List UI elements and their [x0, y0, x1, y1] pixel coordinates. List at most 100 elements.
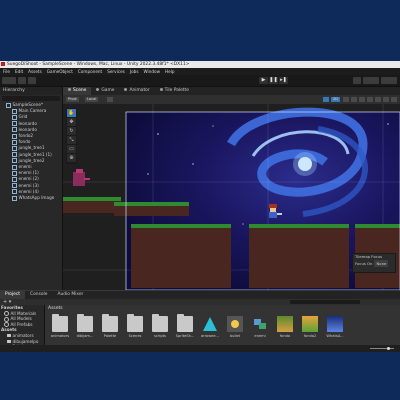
- asset-tile[interactable]: fondo2: [299, 316, 321, 344]
- account-dropdown[interactable]: [2, 77, 16, 84]
- scene-view[interactable]: ✋ ✥ ↻ ⤡ ▭ ⊕ Tilemap Focus Focus On None: [63, 104, 400, 290]
- tab-label: Game: [101, 88, 115, 93]
- folder-icon: [152, 314, 168, 332]
- scene-icon: [6, 102, 11, 108]
- gameobject-icon: [12, 170, 17, 176]
- asset-tile[interactable]: bullet: [224, 316, 246, 344]
- pivot-dropdown[interactable]: Pivot: [66, 97, 79, 102]
- tab-scene[interactable]: Scene: [63, 87, 92, 95]
- project-tree-label: All Materials: [10, 310, 37, 316]
- tab-console[interactable]: Console: [25, 291, 52, 299]
- transform-tool-icon[interactable]: ⊕: [67, 154, 76, 163]
- menu-item-edit[interactable]: Edit: [15, 69, 23, 74]
- project-tree-label: animators: [12, 332, 34, 338]
- asset-zoom-slider[interactable]: [370, 347, 394, 350]
- collab-icon[interactable]: [28, 77, 36, 84]
- grid-snap-icon[interactable]: [107, 97, 113, 102]
- assets-breadcrumb: Assets: [48, 306, 63, 311]
- step-button[interactable]: ▸❚: [279, 77, 288, 84]
- asset-tile[interactable]: SpriteSh...: [174, 314, 196, 344]
- menu-item-component[interactable]: Component: [78, 69, 102, 74]
- window-title: SuegoDiShoot - SampleScene - Windows, Ma…: [7, 62, 190, 67]
- hierarchy-search-input[interactable]: [2, 96, 60, 101]
- tab-game[interactable]: Game: [91, 87, 119, 95]
- tab-animator[interactable]: Animator: [119, 87, 154, 95]
- gameobject-icon: [12, 183, 17, 189]
- layers-dropdown[interactable]: [363, 77, 379, 84]
- menu-item-help[interactable]: Help: [165, 69, 175, 74]
- tilemap-focus-overlay: Tilemap Focus Focus On None: [352, 253, 396, 273]
- search-icon: [4, 316, 9, 322]
- asset-tile[interactable]: scripts: [149, 314, 171, 344]
- folder-icon: [7, 340, 11, 344]
- local-dropdown[interactable]: Local: [85, 97, 99, 102]
- asset-tile[interactable]: dibijam...: [74, 314, 96, 344]
- camera-icon[interactable]: [383, 97, 389, 102]
- lighting-icon[interactable]: [343, 97, 349, 102]
- rotate-tool-icon[interactable]: ↻: [67, 127, 76, 136]
- cloud-icon[interactable]: [18, 77, 26, 84]
- tab-label: Animator: [129, 88, 150, 93]
- asset-tile[interactable]: animators: [49, 314, 71, 344]
- asset-tile[interactable]: fondo: [274, 316, 296, 344]
- gameobject-icon: [12, 139, 17, 145]
- menu-item-gameobject[interactable]: GameObject: [47, 69, 73, 74]
- asset-tile[interactable]: Scenes: [124, 314, 146, 344]
- tab-icon: [159, 88, 163, 91]
- zoom-slider-knob[interactable]: [387, 347, 390, 350]
- title-bar: SuegoDiShoot - SampleScene - Windows, Ma…: [0, 61, 400, 68]
- tab-label: Scene: [73, 88, 87, 93]
- tab-project[interactable]: Project: [0, 291, 26, 299]
- scene-canvas: [63, 104, 400, 290]
- project-tree-label: All Models: [10, 316, 32, 322]
- folder-icon: [77, 314, 93, 332]
- photo-backdrop: SuegoDiShoot - SampleScene - Windows, Ma…: [0, 0, 400, 400]
- hand-tool-icon[interactable]: ✋: [67, 109, 76, 118]
- search-icon[interactable]: [353, 77, 361, 84]
- unity-editor-window: SuegoDiShoot - SampleScene - Windows, Ma…: [0, 61, 400, 352]
- hierarchy-tab[interactable]: Hierarchy: [0, 87, 62, 95]
- gameobject-icon: [12, 133, 17, 139]
- scale-tool-icon[interactable]: ⤡: [67, 136, 76, 145]
- gameobject-icon: [12, 127, 17, 133]
- hierarchy-item-label: enemi (4): [18, 188, 39, 194]
- asset-label: animators: [50, 334, 70, 338]
- rect-tool-icon[interactable]: ▭: [67, 145, 76, 154]
- hierarchy-item-label: Grid: [18, 114, 28, 120]
- shading-mode-icon[interactable]: [323, 97, 329, 102]
- asset-tile[interactable]: enemi: [249, 316, 271, 344]
- focus-on-dropdown[interactable]: None: [374, 260, 389, 267]
- hierarchy-item-label: fondo2: [18, 133, 34, 139]
- tab-audio-mixer[interactable]: Audio Mixer: [52, 291, 88, 299]
- move-tool-icon[interactable]: ✥: [67, 118, 76, 127]
- menu-item-file[interactable]: File: [3, 69, 10, 74]
- project-search-input[interactable]: [290, 300, 360, 304]
- asset-tile[interactable]: WhatsA...: [324, 316, 346, 344]
- tab-tile-palette[interactable]: Tile Palette: [155, 87, 194, 95]
- hierarchy-item-label: enemi: [18, 164, 32, 170]
- hierarchy-item[interactable]: WhatsApp Image: [0, 195, 62, 201]
- tab-label: Tile Palette: [164, 88, 189, 93]
- prefab-icon: [252, 316, 268, 332]
- asset-tile[interactable]: arrowee...: [199, 316, 221, 344]
- tools-icon[interactable]: [375, 97, 381, 102]
- layout-dropdown[interactable]: [381, 77, 397, 84]
- scene-tab-bar: Scene Game Animator Tile Palette: [63, 87, 400, 95]
- project-tree-label: All Prefabs: [10, 321, 33, 327]
- menu-item-jobs[interactable]: Jobs: [130, 69, 139, 74]
- pause-button[interactable]: ❚❚: [269, 77, 278, 84]
- 2d-toggle[interactable]: 2D: [331, 97, 341, 102]
- menu-item-assets[interactable]: Assets: [28, 69, 42, 74]
- asset-label: enemi: [254, 334, 266, 338]
- play-button[interactable]: ▶: [259, 77, 268, 84]
- menu-item-services[interactable]: Services: [107, 69, 125, 74]
- asset-tile[interactable]: Palette: [99, 314, 121, 344]
- effects-icon[interactable]: [359, 97, 365, 102]
- image-thumbnail: [327, 316, 343, 332]
- menu-item-window[interactable]: Window: [144, 69, 161, 74]
- gameobject-icon: [12, 189, 17, 195]
- gizmos-icon[interactable]: [391, 97, 397, 102]
- audio-icon[interactable]: [351, 97, 357, 102]
- hidden-objects-icon[interactable]: [367, 97, 373, 102]
- tab-icon: [124, 88, 128, 91]
